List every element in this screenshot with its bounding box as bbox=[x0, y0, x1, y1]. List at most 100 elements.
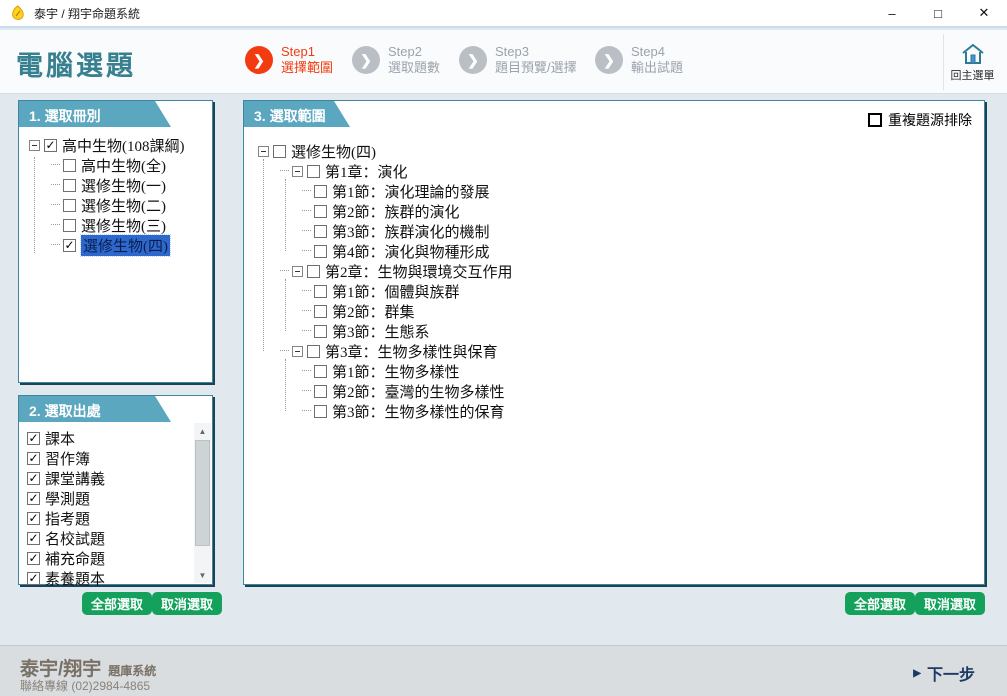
checkbox[interactable] bbox=[314, 245, 327, 258]
tree-node-label[interactable]: 選修生物(四) bbox=[291, 141, 376, 162]
checkbox[interactable] bbox=[273, 145, 286, 158]
checkbox[interactable] bbox=[307, 165, 320, 178]
source-label[interactable]: 指考題 bbox=[45, 508, 90, 529]
home-label: 回主選單 bbox=[951, 67, 995, 83]
home-icon bbox=[960, 42, 986, 66]
step-1-chevron-icon: ❯ bbox=[245, 46, 273, 74]
checkbox[interactable] bbox=[27, 472, 40, 485]
scroll-up-icon[interactable]: ▲ bbox=[194, 423, 211, 439]
checkbox[interactable] bbox=[63, 239, 76, 252]
window-title: 泰宇 / 翔宇命題系統 bbox=[34, 5, 140, 22]
tree-node-label[interactable]: 第2節：族群的演化 bbox=[332, 201, 460, 222]
tree-node-label[interactable]: 選修生物(一) bbox=[81, 175, 166, 196]
tree-connector bbox=[302, 361, 311, 371]
tree-connector bbox=[280, 161, 289, 171]
checkbox[interactable] bbox=[27, 512, 40, 525]
tree-node-label[interactable]: 高中生物(108課綱) bbox=[62, 135, 185, 156]
tree-node-label-selected[interactable]: 選修生物(四) bbox=[81, 235, 170, 256]
tree-connector bbox=[51, 215, 60, 225]
checkbox[interactable] bbox=[63, 219, 76, 232]
step-4[interactable]: ❯ Step4 輸出試題 bbox=[595, 44, 683, 76]
checkbox[interactable] bbox=[314, 405, 327, 418]
tree-node: 第3節：生物多樣性的保育 bbox=[244, 401, 980, 421]
checkbox[interactable] bbox=[27, 492, 40, 505]
tree-node-label[interactable]: 第2章：生物與環境交互作用 bbox=[325, 261, 513, 282]
next-step-button[interactable]: ▶ 下一步 bbox=[913, 661, 975, 685]
tree-node-label[interactable]: 選修生物(三) bbox=[81, 215, 166, 236]
tree-connector bbox=[302, 381, 311, 391]
collapse-icon[interactable] bbox=[292, 166, 303, 177]
checkbox[interactable] bbox=[307, 345, 320, 358]
step-1[interactable]: ❯ Step1 選擇範圍 bbox=[245, 44, 333, 76]
tree-node-label[interactable]: 第4節：演化與物種形成 bbox=[332, 241, 490, 262]
select-all-button-left[interactable]: 全部選取 bbox=[82, 592, 152, 615]
checkbox[interactable] bbox=[314, 185, 327, 198]
step-3[interactable]: ❯ Step3 題目預覽/選擇 bbox=[459, 44, 577, 76]
collapse-icon[interactable] bbox=[258, 146, 269, 157]
checkbox[interactable] bbox=[27, 452, 40, 465]
step-2-name: Step2 bbox=[388, 44, 440, 60]
checkbox[interactable] bbox=[63, 159, 76, 172]
range-tree: 選修生物(四) 第1章：演化 第1節：演化理論的發展 第2節：族群的演化 bbox=[244, 141, 980, 421]
collapse-icon[interactable] bbox=[292, 266, 303, 277]
checkbox[interactable] bbox=[27, 432, 40, 445]
checkbox[interactable] bbox=[307, 265, 320, 278]
step-3-name: Step3 bbox=[495, 44, 577, 60]
checkbox[interactable] bbox=[314, 305, 327, 318]
tree-connector bbox=[302, 321, 311, 331]
tree-node-label[interactable]: 第3節：族群演化的機制 bbox=[332, 221, 490, 242]
dedupe-checkbox[interactable] bbox=[868, 113, 882, 127]
checkbox[interactable] bbox=[27, 532, 40, 545]
source-label[interactable]: 素養題本 bbox=[45, 568, 105, 589]
deselect-button-right[interactable]: 取消選取 bbox=[915, 592, 985, 615]
tree-node-label[interactable]: 高中生物(全) bbox=[81, 155, 166, 176]
checkbox[interactable] bbox=[44, 139, 57, 152]
collapse-icon[interactable] bbox=[292, 346, 303, 357]
source-label[interactable]: 習作簿 bbox=[45, 448, 90, 469]
checkbox[interactable] bbox=[314, 225, 327, 238]
tree-connector bbox=[280, 341, 289, 351]
checkbox[interactable] bbox=[63, 199, 76, 212]
scrollbar[interactable]: ▲ ▼ bbox=[194, 423, 211, 583]
collapse-icon[interactable] bbox=[29, 140, 40, 151]
source-label[interactable]: 課本 bbox=[45, 428, 75, 449]
tree-node-label[interactable]: 第3節：生態系 bbox=[332, 321, 430, 342]
panel-source-select: 2. 選取出處 課本 習作簿 課堂講義 學測題 指考題 bbox=[18, 395, 213, 585]
checkbox[interactable] bbox=[314, 365, 327, 378]
close-button[interactable]: ✕ bbox=[961, 0, 1007, 26]
tree-node-label[interactable]: 第2節：群集 bbox=[332, 301, 415, 322]
source-label[interactable]: 課堂講義 bbox=[45, 468, 105, 489]
checkbox[interactable] bbox=[27, 552, 40, 565]
panel-book-select-title: 1. 選取冊別 bbox=[19, 101, 171, 127]
select-all-button-right[interactable]: 全部選取 bbox=[845, 592, 915, 615]
checkbox[interactable] bbox=[314, 325, 327, 338]
tree-node-label[interactable]: 第1節：演化理論的發展 bbox=[332, 181, 490, 202]
tree-connector bbox=[280, 261, 289, 271]
tree-node-label[interactable]: 第1節：生物多樣性 bbox=[332, 361, 460, 382]
tree-node-label[interactable]: 選修生物(二) bbox=[81, 195, 166, 216]
deselect-button-left[interactable]: 取消選取 bbox=[152, 592, 222, 615]
tree-node-label[interactable]: 第1節：個體與族群 bbox=[332, 281, 460, 302]
dedupe-option: 重複題源排除 bbox=[868, 110, 972, 130]
home-menu-button[interactable]: 回主選單 bbox=[943, 34, 1001, 90]
checkbox[interactable] bbox=[314, 205, 327, 218]
tree-node-label[interactable]: 第2節：臺灣的生物多樣性 bbox=[332, 381, 505, 402]
maximize-button[interactable]: □ bbox=[915, 0, 961, 26]
checkbox[interactable] bbox=[63, 179, 76, 192]
checkbox[interactable] bbox=[27, 572, 40, 585]
checkbox[interactable] bbox=[314, 385, 327, 398]
source-label[interactable]: 名校試題 bbox=[45, 528, 105, 549]
tree-node: 高中生物(全) bbox=[19, 155, 210, 175]
tree-node-label[interactable]: 第3節：生物多樣性的保育 bbox=[332, 401, 505, 422]
source-label[interactable]: 補充命題 bbox=[45, 548, 105, 569]
step-2[interactable]: ❯ Step2 選取題數 bbox=[352, 44, 440, 76]
scrollbar-thumb[interactable] bbox=[195, 440, 210, 546]
title-bar: 泰宇 / 翔宇命題系統 – □ ✕ bbox=[0, 0, 1007, 28]
minimize-button[interactable]: – bbox=[869, 0, 915, 26]
tree-node-label[interactable]: 第1章：演化 bbox=[325, 161, 408, 182]
tree-node-label[interactable]: 第3章：生物多樣性與保育 bbox=[325, 341, 498, 362]
source-label[interactable]: 學測題 bbox=[45, 488, 90, 509]
tree-node: 第3章：生物多樣性與保育 bbox=[244, 341, 980, 361]
scroll-down-icon[interactable]: ▼ bbox=[194, 567, 211, 583]
checkbox[interactable] bbox=[314, 285, 327, 298]
